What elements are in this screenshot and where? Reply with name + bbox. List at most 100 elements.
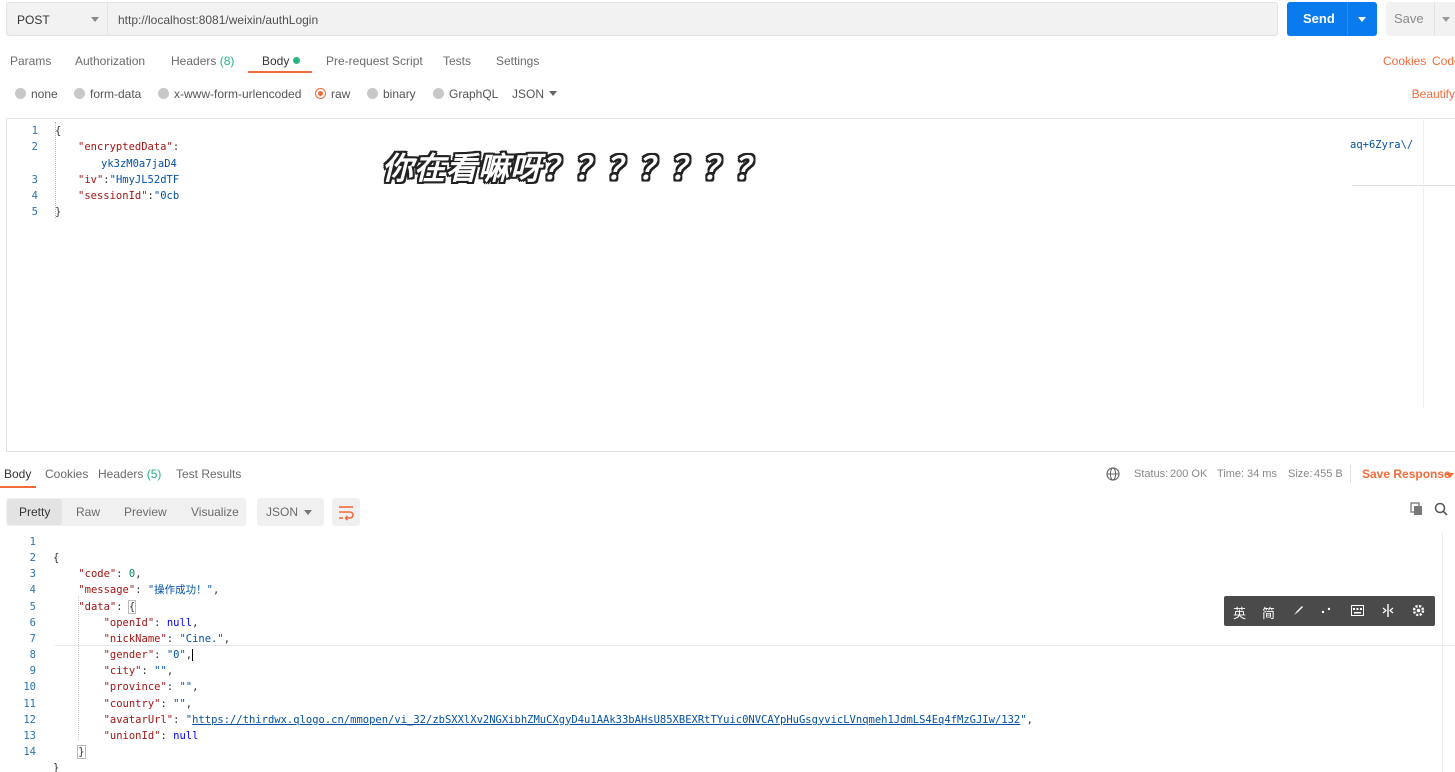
send-button[interactable]: Send	[1287, 2, 1377, 36]
line-number: 1	[29, 536, 36, 548]
wrap-icon	[339, 506, 354, 521]
save-options-chevron-icon[interactable]	[1442, 17, 1450, 22]
line-number: 3	[31, 173, 38, 186]
request-line-numbers: 1 2 3 4 5	[6, 123, 38, 221]
line-number: 6	[29, 616, 36, 629]
json-value: "0"	[166, 649, 186, 662]
line-number: 14	[23, 746, 36, 759]
tab-body[interactable]: Body	[262, 54, 301, 68]
code-token: {	[127, 599, 137, 614]
radio-binary[interactable]: binary	[367, 87, 416, 101]
json-key: "city"	[103, 665, 142, 678]
radio-selected-icon	[315, 88, 326, 99]
url-input[interactable]: http://localhost:8081/weixin/authLogin	[108, 2, 1278, 36]
response-code: { "code": 0, "message": "操作成功！", "data":…	[53, 534, 1033, 772]
code-link[interactable]: Code	[1432, 54, 1455, 68]
scrollbar-track[interactable]	[1442, 533, 1443, 772]
response-format-select[interactable]: JSON	[257, 498, 324, 526]
beautify-clip: Beautify	[1405, 87, 1455, 101]
send-divider	[1347, 2, 1348, 36]
json-key: "sessionId"	[78, 190, 148, 203]
tab-settings[interactable]: Settings	[496, 54, 539, 68]
view-pretty[interactable]: Pretty	[19, 505, 50, 519]
brush-icon[interactable]	[1292, 605, 1304, 617]
resp-tab-headers[interactable]: Headers (5)	[98, 467, 161, 481]
ime-lang-toggle[interactable]: 英	[1233, 603, 1246, 622]
tab-prerequest-script[interactable]: Pre-request Script	[326, 54, 423, 68]
json-value: "HmyJL52dTF	[109, 173, 180, 186]
status-label: Status:	[1134, 468, 1169, 480]
gear-icon[interactable]	[1412, 604, 1425, 617]
json-key: "nickName"	[103, 632, 167, 645]
request-code: { "encryptedData": yk3zM0a7jaD4 "iv":"Hm…	[55, 125, 180, 219]
save-label: Save	[1394, 11, 1424, 26]
radio-raw[interactable]: raw	[315, 87, 350, 101]
split-icon[interactable]	[1382, 604, 1394, 617]
ime-toolbar: 英 简	[1224, 596, 1435, 626]
ime-script-toggle[interactable]: 简	[1262, 603, 1275, 622]
search-icon[interactable]	[1434, 502, 1448, 516]
json-value: "0cb	[153, 190, 180, 203]
resp-tab-body[interactable]: Body	[4, 467, 31, 481]
globe-icon[interactable]	[1106, 467, 1120, 481]
chevron-down-icon[interactable]	[549, 91, 557, 96]
tab-authorization[interactable]: Authorization	[75, 54, 145, 68]
overlay-caption: 你在看嘛呀？？？？？？？	[382, 151, 766, 187]
tab-headers-label: Headers	[171, 54, 217, 68]
radio-circle-icon	[158, 88, 169, 99]
json-value: yk3zM0a7jaD4	[101, 157, 177, 170]
line-number: 1	[31, 125, 38, 137]
radio-form-data[interactable]: form-data	[74, 87, 141, 101]
cookies-link[interactable]: Cookies	[1383, 54, 1426, 68]
json-value: ""	[173, 697, 186, 710]
method-select[interactable]: POST	[6, 2, 108, 36]
json-value-fragment: aq+6Zyra\/	[1350, 139, 1414, 151]
overlay-artifact-line	[1352, 185, 1455, 186]
resp-tab-cookies[interactable]: Cookies	[45, 467, 88, 481]
line-number: 13	[23, 729, 36, 742]
radio-circle-icon	[15, 88, 26, 99]
code-token: }	[53, 762, 60, 772]
json-value: null	[173, 729, 199, 742]
save-divider	[1434, 2, 1435, 36]
copy-icon[interactable]	[1410, 502, 1424, 516]
view-visualize[interactable]: Visualize	[191, 505, 239, 519]
resp-tab-test-results[interactable]: Test Results	[176, 467, 241, 481]
json-key: "encryptedData"	[78, 141, 173, 154]
chevron-down-icon	[91, 17, 99, 22]
view-preview[interactable]: Preview	[124, 505, 167, 519]
save-response-button[interactable]: Save Response	[1362, 467, 1451, 481]
keyboard-icon[interactable]	[1351, 605, 1364, 616]
punctuation-icon[interactable]	[1320, 606, 1332, 616]
json-value: ""	[179, 681, 193, 694]
code-link-clip: Code	[1432, 54, 1455, 68]
line-number: 12	[23, 713, 36, 726]
tab-params[interactable]: Params	[10, 54, 51, 68]
line-number: 8	[29, 649, 36, 662]
avatar-url-link[interactable]: https://thirdwx.qlogo.cn/mmopen/vi_32/zb…	[192, 714, 1020, 726]
save-button[interactable]: Save	[1386, 2, 1455, 36]
json-key: "country"	[103, 697, 161, 710]
wrap-lines-button[interactable]	[332, 498, 360, 526]
json-value: "Cine."	[179, 632, 224, 645]
json-key: "unionId"	[103, 729, 161, 742]
code-token: {	[55, 125, 62, 137]
code-token: :	[172, 141, 180, 154]
resp-tab-headers-count: (5)	[146, 467, 162, 481]
line-number: 7	[29, 632, 36, 645]
radio-urlencoded[interactable]: x-www-form-urlencoded	[158, 87, 301, 101]
body-indicator-dot-icon	[293, 57, 301, 64]
radio-none[interactable]: none	[15, 87, 58, 101]
overlay-artifact-divider	[1423, 118, 1424, 408]
view-raw[interactable]: Raw	[76, 505, 100, 519]
size-value: 455 B	[1314, 468, 1343, 480]
chevron-down-icon[interactable]	[1446, 473, 1454, 478]
line-number: 2	[29, 552, 36, 565]
radio-graphql[interactable]: GraphQL	[433, 87, 498, 101]
format-select[interactable]: JSON	[512, 87, 544, 101]
tab-headers[interactable]: Headers (8)	[171, 54, 234, 68]
line-number	[6, 156, 38, 172]
send-options-chevron-icon[interactable]	[1358, 17, 1366, 22]
tab-tests[interactable]: Tests	[443, 54, 471, 68]
beautify-link[interactable]: Beautify	[1412, 87, 1455, 101]
